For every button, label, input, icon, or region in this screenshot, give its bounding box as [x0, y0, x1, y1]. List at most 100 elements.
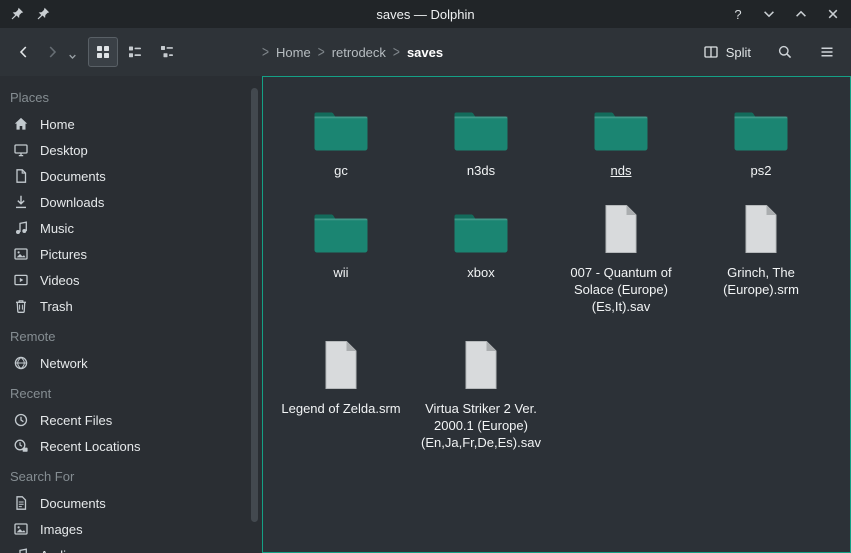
- sidebar-item-network[interactable]: Network: [0, 350, 262, 376]
- documents-icon: [13, 168, 29, 184]
- help-icon[interactable]: ?: [731, 6, 745, 22]
- window-title: saves — Dolphin: [0, 7, 851, 22]
- folder-item-wii[interactable]: wii: [271, 197, 411, 315]
- breadcrumb-item-retrodeck[interactable]: retrodeck: [332, 45, 386, 60]
- pictures-icon: [13, 246, 29, 262]
- item-label: nds: [611, 162, 632, 179]
- folder-item-xbox[interactable]: xbox: [411, 197, 551, 315]
- sidebar-item-documents[interactable]: Documents: [0, 490, 262, 516]
- item-label: Virtua Striker 2 Ver. 2000.1 (Europe) (E…: [421, 400, 541, 451]
- sidebar-item-desktop[interactable]: Desktop: [0, 137, 262, 163]
- breadcrumb-separator-icon: >: [262, 43, 269, 61]
- split-button-label: Split: [726, 45, 751, 60]
- folder-item-nds[interactable]: nds: [551, 95, 691, 179]
- breadcrumb-separator-icon: >: [318, 43, 325, 61]
- titlebar: saves — Dolphin ?: [0, 0, 851, 28]
- sidebar-item-label: Trash: [40, 299, 73, 314]
- sidebar-item-music[interactable]: Music: [0, 215, 262, 241]
- folder-icon: [592, 95, 650, 153]
- file-grid: gc n3ds nds ps2 wii xbox 007 - Quantum o…: [263, 77, 850, 451]
- forward-button[interactable]: [38, 38, 66, 66]
- titlebar-left-icons: [9, 0, 51, 28]
- home-icon: [13, 116, 29, 132]
- sidebar-item-label: Desktop: [40, 143, 88, 158]
- window-controls: ?: [731, 0, 841, 28]
- trash-icon: [13, 298, 29, 314]
- item-label: gc: [334, 162, 348, 179]
- file-icon: [321, 333, 361, 391]
- breadcrumb-separator-icon: >: [393, 43, 400, 61]
- section-header-remote: Remote: [0, 319, 262, 350]
- section-header-places: Places: [0, 80, 262, 111]
- sidebar-item-label: Audio: [40, 548, 73, 553]
- history-dropdown-icon[interactable]: [66, 38, 78, 66]
- music-icon: [13, 220, 29, 236]
- folder-item-ps2[interactable]: ps2: [691, 95, 831, 179]
- sidebar-item-label: Documents: [40, 169, 106, 184]
- folder-item-n3ds[interactable]: n3ds: [411, 95, 551, 179]
- desktop-icon: [13, 142, 29, 158]
- section-header-recent: Recent: [0, 376, 262, 407]
- breadcrumb-item-saves[interactable]: saves: [407, 45, 443, 60]
- file-item-virtua-striker-2-ver-2000-1-europe-en-ja[interactable]: Virtua Striker 2 Ver. 2000.1 (Europe) (E…: [411, 333, 551, 451]
- sidebar-item-downloads[interactable]: Downloads: [0, 189, 262, 215]
- sidebar-item-label: Home: [40, 117, 75, 132]
- split-button[interactable]: Split: [697, 40, 757, 64]
- pin-icon[interactable]: [9, 6, 25, 22]
- sidebar-item-label: Music: [40, 221, 74, 236]
- sidebar-item-label: Network: [40, 356, 88, 371]
- folder-icon: [312, 197, 370, 255]
- folder-item-gc[interactable]: gc: [271, 95, 411, 179]
- folder-icon: [732, 95, 790, 153]
- sidebar-item-audio[interactable]: Audio: [0, 542, 262, 553]
- file-item-007-quantum-of-solace-europe-es-it-sav[interactable]: 007 - Quantum of Solace (Europe) (Es,It)…: [551, 197, 691, 315]
- file-item-legend-of-zelda-srm[interactable]: Legend of Zelda.srm: [271, 333, 411, 451]
- item-label: wii: [333, 264, 348, 281]
- folder-icon: [452, 197, 510, 255]
- sidebar-item-videos[interactable]: Videos: [0, 267, 262, 293]
- sidebar-item-pictures[interactable]: Pictures: [0, 241, 262, 267]
- search-button[interactable]: [771, 38, 799, 66]
- search-images-icon: [13, 521, 29, 537]
- item-label: n3ds: [467, 162, 495, 179]
- file-item-grinch-the-europe-srm[interactable]: Grinch, The (Europe).srm: [691, 197, 831, 315]
- pin-icon[interactable]: [35, 6, 51, 22]
- sidebar-item-label: Recent Locations: [40, 439, 140, 454]
- folder-icon: [452, 95, 510, 153]
- sidebar-item-label: Videos: [40, 273, 80, 288]
- sidebar-item-documents[interactable]: Documents: [0, 163, 262, 189]
- sidebar-item-label: Documents: [40, 496, 106, 511]
- sidebar-item-recent-files[interactable]: Recent Files: [0, 407, 262, 433]
- sidebar-item-home[interactable]: Home: [0, 111, 262, 137]
- sidebar-item-label: Downloads: [40, 195, 104, 210]
- network-icon: [13, 355, 29, 371]
- item-label: ps2: [751, 162, 772, 179]
- close-button[interactable]: [825, 6, 841, 22]
- icons-view-button[interactable]: [88, 37, 118, 67]
- recent-files-icon: [13, 412, 29, 428]
- maximize-button[interactable]: [793, 6, 809, 22]
- item-label: Grinch, The (Europe).srm: [701, 264, 821, 298]
- search-documents-icon: [13, 495, 29, 511]
- breadcrumb-item-home[interactable]: Home: [276, 45, 311, 60]
- view-mode-group: [88, 37, 182, 67]
- sidebar-item-label: Pictures: [40, 247, 87, 262]
- toolbar-right: Split: [697, 38, 841, 66]
- sidebar-item-recent-locations[interactable]: Recent Locations: [0, 433, 262, 459]
- split-view-icon: [703, 44, 719, 60]
- details-view-button[interactable]: [120, 37, 150, 67]
- tree-view-button[interactable]: [152, 37, 182, 67]
- content-area: Places Home Desktop Documents Downloads Music…: [0, 76, 851, 553]
- sidebar-scrollbar[interactable]: [251, 88, 258, 522]
- hamburger-menu-button[interactable]: [813, 38, 841, 66]
- file-view: gc n3ds nds ps2 wii xbox 007 - Quantum o…: [262, 76, 851, 553]
- places-panel: Places Home Desktop Documents Downloads Music…: [0, 76, 262, 553]
- dolphin-window: saves — Dolphin ? > Home > retrodeck > saves …: [0, 0, 851, 553]
- sidebar-item-trash[interactable]: Trash: [0, 293, 262, 319]
- back-button[interactable]: [10, 38, 38, 66]
- sidebar-item-images[interactable]: Images: [0, 516, 262, 542]
- minimize-button[interactable]: [761, 6, 777, 22]
- search-audio-icon: [13, 547, 29, 553]
- videos-icon: [13, 272, 29, 288]
- recent-locations-icon: [13, 438, 29, 454]
